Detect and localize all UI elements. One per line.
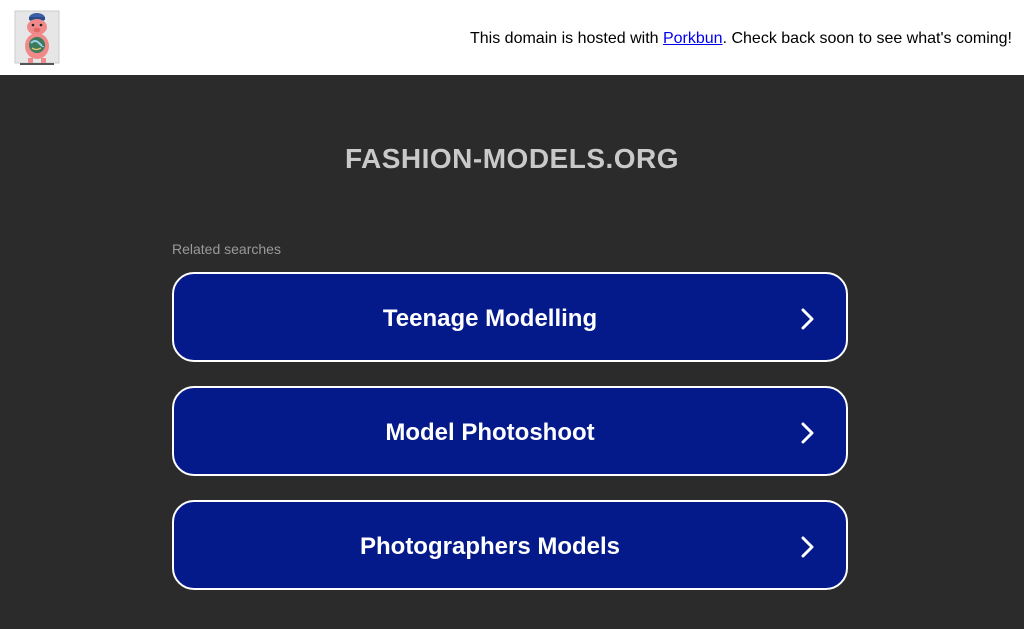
related-search-button-photographers-models[interactable]: Photographers Models: [172, 500, 848, 590]
hosted-suffix: . Check back soon to see what's coming!: [722, 30, 1012, 47]
related-searches-label: Related searches: [172, 241, 281, 257]
related-search-label: Teenage Modelling: [382, 305, 598, 332]
chevron-right-icon: [801, 536, 814, 558]
related-search-label: Model Photoshoot: [385, 419, 595, 446]
related-search-label: Photographers Models: [359, 533, 621, 560]
chevron-right-icon: [801, 308, 814, 330]
hosted-prefix: This domain is hosted with: [470, 30, 663, 47]
related-search-button-teenage-modelling[interactable]: Teenage Modelling: [172, 272, 848, 362]
top-bar: This domain is hosted with Porkbun. Chec…: [0, 0, 1024, 75]
related-search-button-model-photoshoot[interactable]: Model Photoshoot: [172, 386, 848, 476]
porkbun-link[interactable]: Porkbun: [663, 30, 723, 47]
chevron-right-icon: [801, 422, 814, 444]
domain-title: FASHION-MODELS.ORG: [344, 143, 680, 174]
hosted-message: This domain is hosted with Porkbun. Chec…: [470, 30, 1012, 48]
porkbun-pig-logo-icon[interactable]: [14, 10, 60, 66]
